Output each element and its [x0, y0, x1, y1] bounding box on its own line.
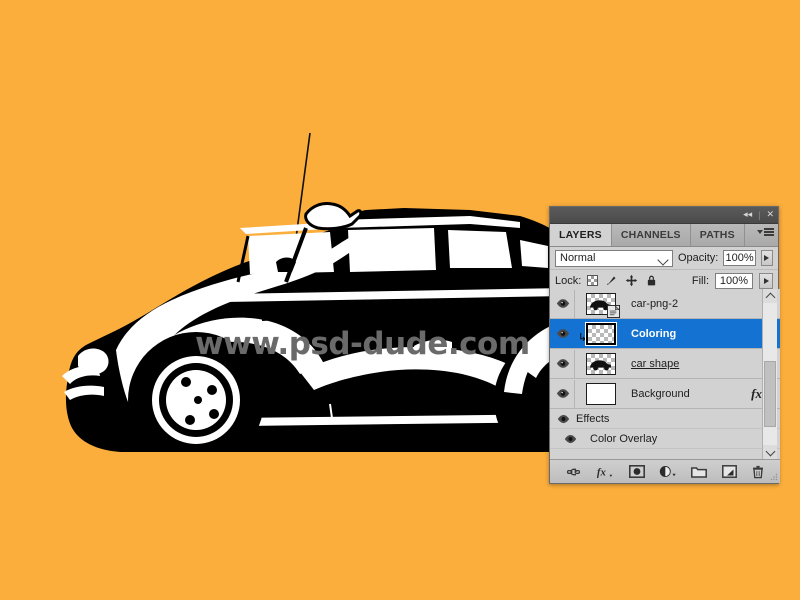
panel-menu-icon[interactable]: [757, 228, 774, 236]
layer-name: Background: [631, 387, 690, 400]
delete-layer-icon[interactable]: [751, 465, 765, 479]
smart-object-badge: [607, 304, 620, 318]
layer-name: Coloring: [631, 327, 677, 340]
layers-panel: ◂◂ | ✕ LAYERS CHANNELS PATHS Normal Opac…: [549, 206, 780, 484]
scroll-up-icon[interactable]: [763, 289, 777, 303]
fill-label: Fill:: [691, 274, 709, 287]
layer-thumbnail-wrap[interactable]: [575, 382, 627, 405]
opacity-stepper[interactable]: [760, 250, 773, 266]
panel-menu-lines: [764, 228, 774, 236]
layer-thumbnail-wrap[interactable]: [575, 352, 627, 375]
window-door: [448, 230, 512, 268]
window-front: [348, 228, 436, 272]
layer-thumbnail[interactable]: [586, 352, 616, 375]
layer-name: car-png-2: [631, 297, 679, 310]
fill-input[interactable]: 100%: [715, 272, 753, 289]
lock-position-icon[interactable]: [625, 274, 638, 287]
new-group-icon[interactable]: [691, 466, 708, 478]
lock-image-icon[interactable]: [605, 274, 618, 287]
scrollbar-track[interactable]: [763, 303, 777, 445]
blend-mode-row: Normal Opacity: 100%: [550, 247, 778, 270]
scrollbar-thumb[interactable]: [764, 361, 776, 427]
layer-thumbnail-wrap[interactable]: [575, 292, 627, 318]
layer-visibility-toggle[interactable]: [552, 289, 575, 318]
panel-resize-grip[interactable]: [770, 473, 778, 481]
effects-group-row[interactable]: Effects: [550, 409, 780, 429]
layer-thumbnail[interactable]: [585, 321, 617, 346]
panel-menu-triangle: [757, 229, 763, 234]
svg-text:fx: fx: [597, 466, 607, 478]
eye-icon: [557, 414, 569, 423]
tab-layers[interactable]: LAYERS: [550, 224, 612, 246]
layer-row-coloring[interactable]: ↳ Coloring: [550, 319, 780, 349]
close-icon[interactable]: ✕: [766, 210, 774, 220]
lock-transparency-icon[interactable]: [587, 275, 599, 286]
layer-list: car-png-2 ↳ Coloring car shape Backgroun…: [550, 289, 780, 459]
convertible-top-fold: [304, 202, 363, 231]
layer-visibility-toggle[interactable]: [552, 379, 575, 408]
headlight: [78, 348, 109, 375]
front-wheel-lug-3: [209, 409, 219, 419]
layer-list-scrollbar[interactable]: [762, 289, 777, 459]
new-adjustment-layer-icon[interactable]: [659, 465, 677, 478]
layer-row-background[interactable]: Background fx: [550, 379, 780, 409]
lock-all-icon[interactable]: [645, 274, 658, 287]
eye-icon: [556, 299, 570, 308]
new-layer-icon[interactable]: [721, 465, 737, 478]
effects-label: Effects: [576, 412, 610, 425]
layer-thumbnail[interactable]: [586, 292, 620, 318]
front-wheel-lug-2: [207, 385, 217, 395]
fill-stepper[interactable]: [759, 272, 773, 289]
lock-label: Lock:: [555, 274, 582, 287]
eye-icon: [556, 359, 570, 368]
clipping-mask-arrow-icon: ↳: [578, 331, 588, 344]
screenshot-stage: www.psd-dude.com ◂◂ | ✕ LAYERS CHANNELS …: [0, 0, 800, 600]
panel-bottom-toolbar: fx: [550, 459, 780, 483]
effect-label: Color Overlay: [590, 432, 658, 445]
collapse-to-icons-icon[interactable]: ◂◂: [743, 210, 752, 220]
layer-visibility-toggle[interactable]: [552, 319, 575, 348]
opacity-input[interactable]: 100%: [723, 250, 756, 266]
layer-name: car shape: [631, 357, 680, 370]
blend-mode-value: Normal: [560, 252, 596, 264]
front-wheel-center-cap: [194, 396, 202, 404]
front-wheel-lug-1: [181, 377, 191, 387]
effects-visibility-toggle[interactable]: [550, 414, 576, 424]
eye-icon: [564, 434, 576, 443]
layer-thumbnail-wrap[interactable]: ↳: [575, 321, 627, 346]
opacity-label: Opacity:: [678, 252, 719, 264]
front-wheel-lug-4: [185, 415, 195, 425]
layer-row-car-png-2[interactable]: car-png-2: [550, 289, 780, 319]
blend-mode-select[interactable]: Normal: [555, 249, 673, 267]
thumbnail-car-shape-icon: [590, 359, 611, 370]
layer-row-car-shape[interactable]: car shape: [550, 349, 780, 379]
tab-channels[interactable]: CHANNELS: [612, 224, 691, 246]
link-layers-icon[interactable]: [565, 466, 582, 478]
lock-icons-group: [587, 274, 658, 287]
chevron-down-icon: [657, 253, 669, 266]
titlebar-separator: |: [758, 210, 761, 220]
scroll-down-icon[interactable]: [763, 445, 777, 459]
layer-visibility-toggle[interactable]: [552, 349, 575, 378]
panel-titlebar: ◂◂ | ✕: [550, 207, 778, 224]
add-layer-mask-icon[interactable]: [628, 465, 645, 478]
panel-tabs: LAYERS CHANNELS PATHS: [550, 224, 778, 247]
effect-row-color-overlay[interactable]: Color Overlay: [550, 429, 780, 449]
layer-thumbnail[interactable]: [586, 382, 616, 405]
effect-visibility-toggle[interactable]: [550, 434, 590, 444]
layer-style-fx-icon[interactable]: fx: [596, 465, 614, 479]
tab-paths[interactable]: PATHS: [691, 224, 745, 246]
eye-icon: [556, 389, 570, 398]
eye-icon: [556, 329, 570, 338]
